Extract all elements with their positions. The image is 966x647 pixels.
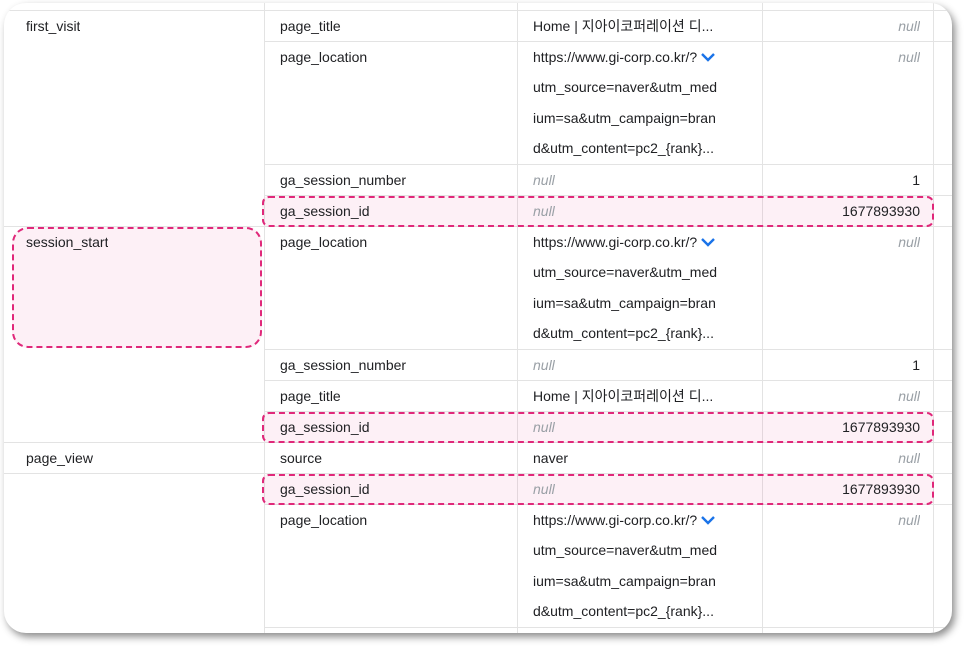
param-key: ga_session_number bbox=[280, 172, 407, 188]
screenshot-frame: first_visit session_start page_view page… bbox=[4, 3, 952, 633]
column-divider bbox=[933, 3, 934, 633]
param-url-line: https://www.gi-corp.co.kr/? bbox=[533, 42, 716, 72]
chevron-down-icon[interactable] bbox=[701, 52, 716, 62]
column-divider bbox=[517, 3, 518, 633]
param-url-line: utm_source=naver&utm_med bbox=[533, 542, 718, 558]
chevron-down-icon[interactable] bbox=[701, 237, 716, 247]
event-params-table: first_visit session_start page_view page… bbox=[4, 3, 952, 633]
param-url-line: utm_source=naver&utm_med bbox=[533, 264, 718, 280]
param-key: page_location bbox=[280, 234, 368, 250]
column-divider bbox=[264, 3, 265, 633]
param-string-value: null bbox=[533, 172, 555, 188]
param-int-value: 1677893930 bbox=[842, 203, 920, 219]
param-int-value: null bbox=[898, 512, 920, 528]
param-url-line: d&utm_content=pc2_{rank}... bbox=[533, 603, 714, 619]
param-url-line: https://www.gi-corp.co.kr/? bbox=[533, 227, 716, 257]
param-key: ga_session_id bbox=[280, 481, 370, 497]
param-string-value: null bbox=[533, 419, 555, 435]
param-string-value: Home | 지아이코퍼레이션 디... bbox=[533, 18, 714, 34]
param-int-value: 1 bbox=[912, 357, 920, 373]
param-key: page_location bbox=[280, 49, 368, 65]
param-key: ga_session_number bbox=[280, 357, 407, 373]
param-int-value: 1677893930 bbox=[842, 481, 920, 497]
param-url-line: utm_source=naver&utm_med bbox=[533, 79, 718, 95]
param-url-line: d&utm_content=pc2_{rank}... bbox=[533, 325, 714, 341]
param-string-value: null bbox=[533, 357, 555, 373]
param-url-line: ium=sa&utm_campaign=bran bbox=[533, 110, 716, 126]
param-key: page_title bbox=[280, 388, 341, 404]
param-int-value: null bbox=[898, 49, 920, 65]
event-name-first-visit: first_visit bbox=[26, 18, 81, 34]
param-string-value: Home | 지아이코퍼레이션 디... bbox=[533, 388, 714, 404]
param-url-line: https://www.gi-corp.co.kr/? bbox=[533, 505, 716, 535]
row-divider bbox=[4, 10, 952, 11]
param-key: ga_session_id bbox=[280, 419, 370, 435]
param-key: ga_session_id bbox=[280, 203, 370, 219]
param-int-value: null bbox=[898, 388, 920, 404]
param-string-value: null bbox=[533, 481, 555, 497]
param-key: source bbox=[280, 450, 323, 466]
param-string-value: null bbox=[533, 203, 555, 219]
event-name-session-start: session_start bbox=[26, 234, 109, 250]
param-int-value: null bbox=[898, 234, 920, 250]
chevron-down-icon[interactable] bbox=[701, 515, 716, 525]
param-int-value: null bbox=[898, 18, 920, 34]
param-url-line: ium=sa&utm_campaign=bran bbox=[533, 573, 716, 589]
param-int-value: 1 bbox=[912, 172, 920, 188]
event-name-page-view: page_view bbox=[26, 450, 93, 466]
param-url-line: d&utm_content=pc2_{rank}... bbox=[533, 140, 714, 156]
param-int-value: null bbox=[898, 450, 920, 466]
row-divider bbox=[264, 627, 952, 628]
param-url-line: ium=sa&utm_campaign=bran bbox=[533, 295, 716, 311]
param-string-value: naver bbox=[533, 450, 569, 466]
param-int-value: 1677893930 bbox=[842, 419, 920, 435]
param-key: page_title bbox=[280, 18, 341, 34]
param-key: page_location bbox=[280, 512, 368, 528]
column-divider bbox=[762, 3, 763, 633]
